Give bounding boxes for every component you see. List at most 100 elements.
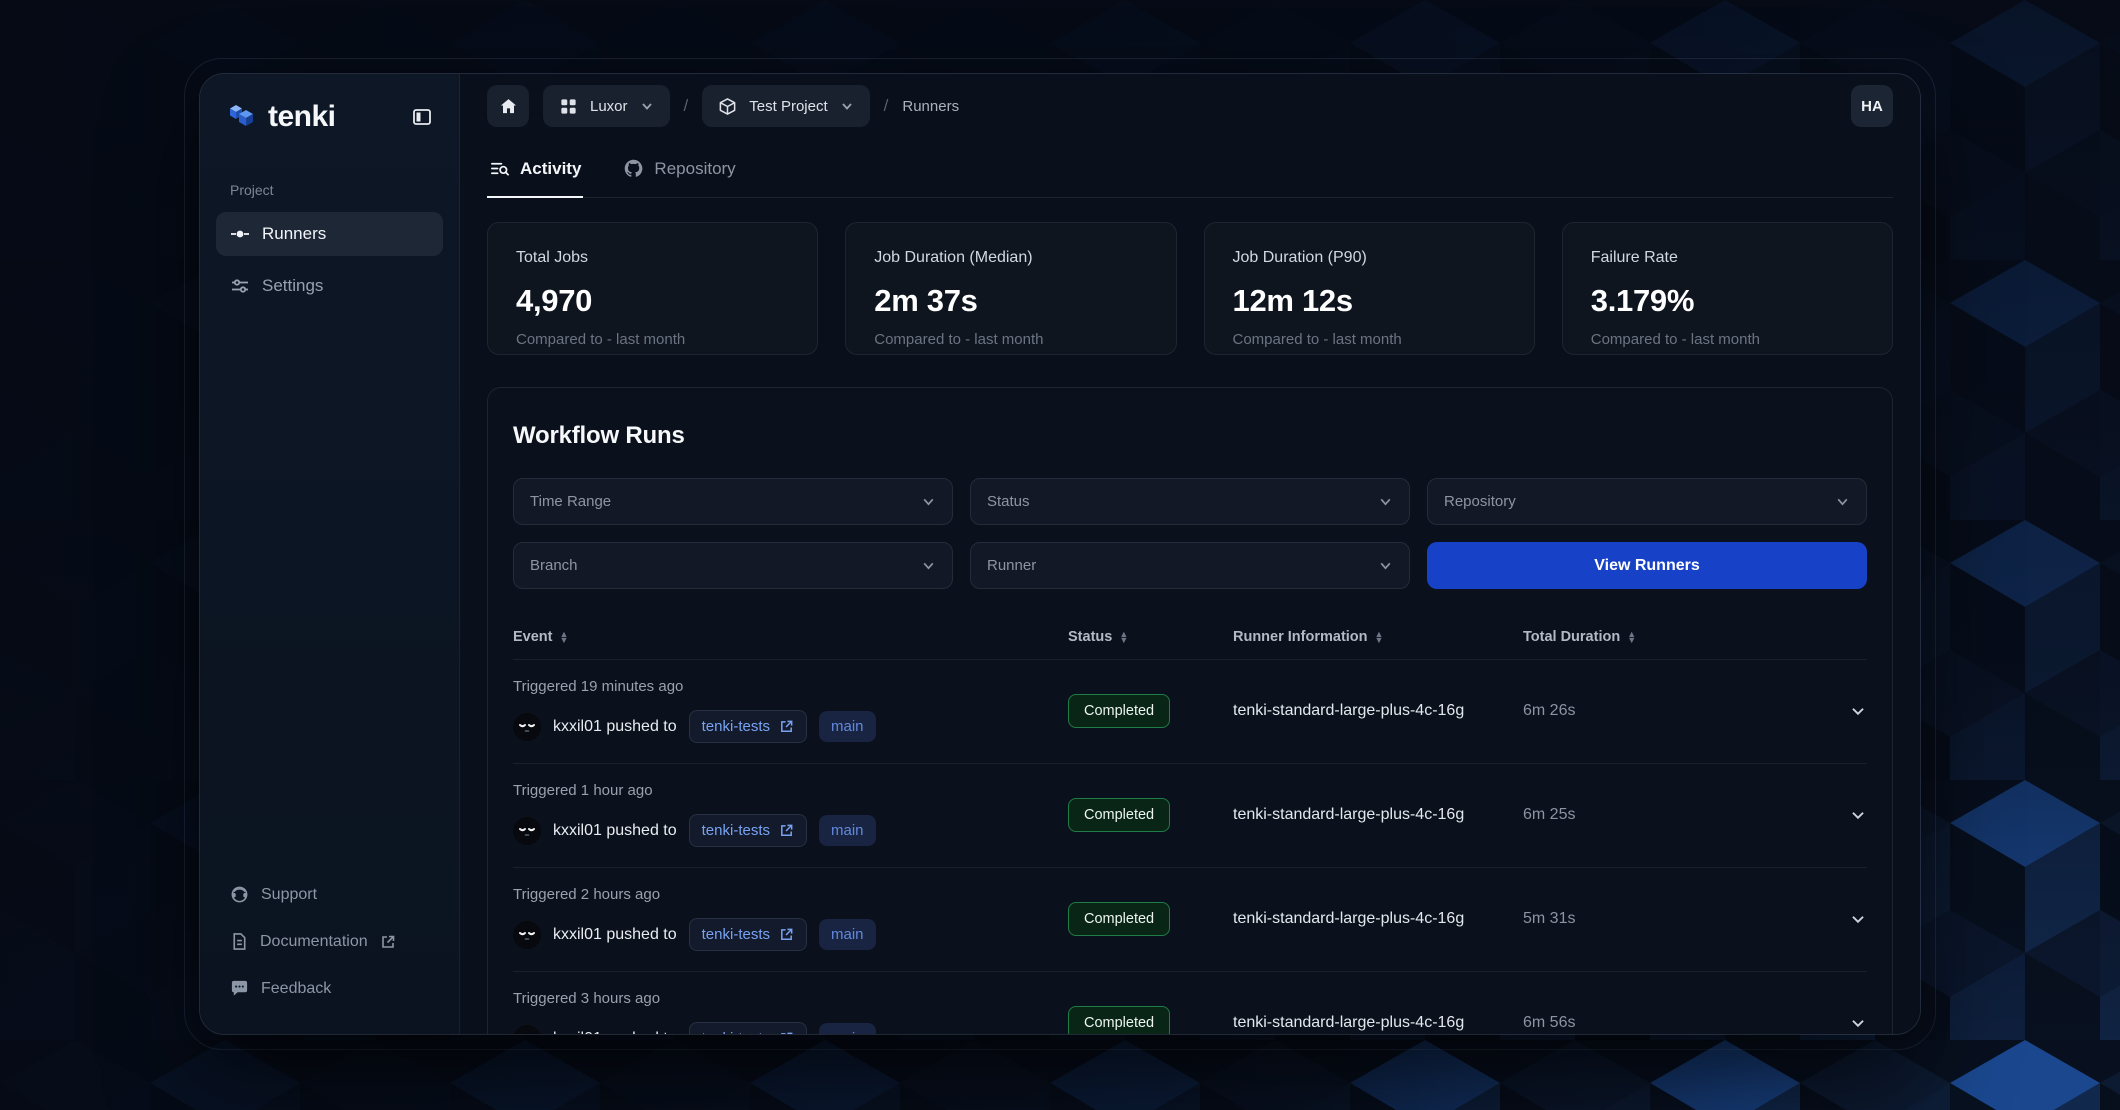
stat-label: Total Jobs — [516, 249, 789, 267]
brand-logo[interactable]: tenki — [226, 100, 336, 134]
branch-select[interactable]: Branch — [513, 542, 953, 589]
column-header-event[interactable]: Event ▲▼ — [513, 629, 1068, 645]
screen: tenki Project — [0, 0, 2120, 1110]
row-expand-chevron-icon[interactable] — [1827, 1014, 1867, 1032]
tenki-cube-logo-icon — [226, 101, 258, 133]
sidebar-section-label: Project — [230, 182, 459, 198]
tab-activity[interactable]: Activity — [487, 142, 583, 197]
user-avatar-image — [513, 1025, 541, 1035]
external-link-icon — [380, 934, 396, 950]
username: kxxil01 — [553, 926, 602, 943]
table-row[interactable]: Triggered 19 minutes ago kxxil01 pushed … — [513, 660, 1867, 764]
commit-icon — [230, 224, 250, 244]
column-header-total-duration[interactable]: Total Duration ▲▼ — [1523, 629, 1827, 645]
view-runners-button[interactable]: View Runners — [1427, 542, 1867, 589]
tab-repository[interactable]: Repository — [621, 142, 737, 197]
workflow-runs-panel: Workflow Runs Time Range Status — [487, 387, 1893, 1034]
stat-value: 3.179% — [1591, 283, 1864, 319]
stat-value: 12m 12s — [1233, 283, 1506, 319]
panel-title: Workflow Runs — [513, 422, 1867, 450]
runner-information: tenki-standard-large-plus-4c-16g — [1233, 910, 1523, 928]
sidebar-item-runners[interactable]: Runners — [216, 212, 443, 256]
sliders-icon — [230, 276, 250, 296]
grid-icon — [559, 97, 578, 116]
filter-row-2: Branch Runner View Runners — [513, 542, 1867, 589]
status-badge: Completed — [1068, 694, 1170, 728]
column-header-runner-information[interactable]: Runner Information ▲▼ — [1233, 629, 1523, 645]
chevron-down-icon — [640, 99, 654, 113]
sidebar-item-settings[interactable]: Settings — [216, 264, 443, 308]
sidebar-item-label: Runners — [262, 224, 326, 244]
table-header: Event ▲▼ Status ▲▼ Runner Information ▲▼… — [513, 615, 1867, 660]
external-link-icon — [779, 927, 794, 942]
branch-badge[interactable]: main — [819, 1023, 876, 1034]
org-switcher[interactable]: Luxor — [543, 85, 670, 127]
org-name: Luxor — [590, 98, 628, 115]
table-row[interactable]: Triggered 3 hours ago kxxil01 pushed to … — [513, 972, 1867, 1034]
user-avatar[interactable]: HA — [1851, 85, 1893, 127]
list-search-icon — [489, 158, 510, 179]
stat-label: Job Duration (Median) — [874, 249, 1147, 267]
status-badge: Completed — [1068, 1006, 1170, 1035]
breadcrumb-current-page: Runners — [902, 98, 959, 115]
table-row[interactable]: Triggered 1 hour ago kxxil01 pushed to t… — [513, 764, 1867, 868]
repo-link[interactable]: tenki-tests — [689, 814, 807, 847]
chevron-down-icon — [921, 494, 936, 509]
stat-label: Job Duration (P90) — [1233, 249, 1506, 267]
project-switcher[interactable]: Test Project — [702, 85, 869, 127]
branch-badge[interactable]: main — [819, 711, 876, 742]
trigger-time: Triggered 2 hours ago — [513, 886, 1068, 903]
sidebar-item-label: Settings — [262, 276, 323, 296]
stat-card-duration-p90: Job Duration (P90) 12m 12s Compared to -… — [1204, 222, 1535, 355]
tab-label: Repository — [654, 159, 735, 179]
event-action: pushed to — [606, 1030, 676, 1035]
username: kxxil01 — [553, 718, 602, 735]
table-row[interactable]: Triggered 2 hours ago kxxil01 pushed to … — [513, 868, 1867, 972]
sidebar-footer-label: Documentation — [260, 933, 368, 951]
sidebar-item-documentation[interactable]: Documentation — [216, 922, 443, 961]
stat-card-total-jobs: Total Jobs 4,970 Compared to - last mont… — [487, 222, 818, 355]
sort-icon: ▲▼ — [1375, 631, 1384, 643]
chevron-down-icon — [921, 558, 936, 573]
event-action: pushed to — [606, 926, 676, 943]
status-select[interactable]: Status — [970, 478, 1410, 525]
sidebar: tenki Project — [200, 74, 460, 1034]
stat-label: Failure Rate — [1591, 249, 1864, 267]
stat-card-duration-median: Job Duration (Median) 2m 37s Compared to… — [845, 222, 1176, 355]
total-duration: 6m 56s — [1523, 1014, 1827, 1032]
branch-badge[interactable]: main — [819, 815, 876, 846]
home-button[interactable] — [487, 85, 529, 127]
total-duration: 6m 26s — [1523, 702, 1827, 720]
event-action: pushed to — [606, 822, 676, 839]
sidebar-footer-label: Support — [261, 886, 317, 904]
repo-link[interactable]: tenki-tests — [689, 918, 807, 951]
row-expand-chevron-icon[interactable] — [1827, 910, 1867, 928]
stat-note: Compared to - last month — [874, 331, 1147, 348]
runner-select[interactable]: Runner — [970, 542, 1410, 589]
repo-link[interactable]: tenki-tests — [689, 1022, 807, 1034]
row-expand-chevron-icon[interactable] — [1827, 702, 1867, 720]
stat-cards: Total Jobs 4,970 Compared to - last mont… — [487, 222, 1893, 355]
headset-icon — [230, 885, 249, 904]
time-range-select[interactable]: Time Range — [513, 478, 953, 525]
external-link-icon — [779, 1031, 794, 1034]
breadcrumb-separator: / — [884, 96, 889, 116]
tab-label: Activity — [520, 159, 581, 179]
tab-bar: Activity Repository — [487, 142, 1893, 198]
branch-badge[interactable]: main — [819, 919, 876, 950]
sort-icon: ▲▼ — [1627, 631, 1636, 643]
sidebar-item-feedback[interactable]: Feedback — [216, 969, 443, 1008]
row-expand-chevron-icon[interactable] — [1827, 806, 1867, 824]
total-duration: 6m 25s — [1523, 806, 1827, 824]
stat-value: 2m 37s — [874, 283, 1147, 319]
username: kxxil01 — [553, 822, 602, 839]
repo-link[interactable]: tenki-tests — [689, 710, 807, 743]
sidebar-item-support[interactable]: Support — [216, 875, 443, 914]
total-duration: 5m 31s — [1523, 910, 1827, 928]
sidebar-collapse-icon[interactable] — [407, 102, 437, 132]
external-link-icon — [779, 823, 794, 838]
stat-note: Compared to - last month — [516, 331, 789, 348]
repository-select[interactable]: Repository — [1427, 478, 1867, 525]
column-header-status[interactable]: Status ▲▼ — [1068, 629, 1233, 645]
project-name: Test Project — [749, 98, 827, 115]
